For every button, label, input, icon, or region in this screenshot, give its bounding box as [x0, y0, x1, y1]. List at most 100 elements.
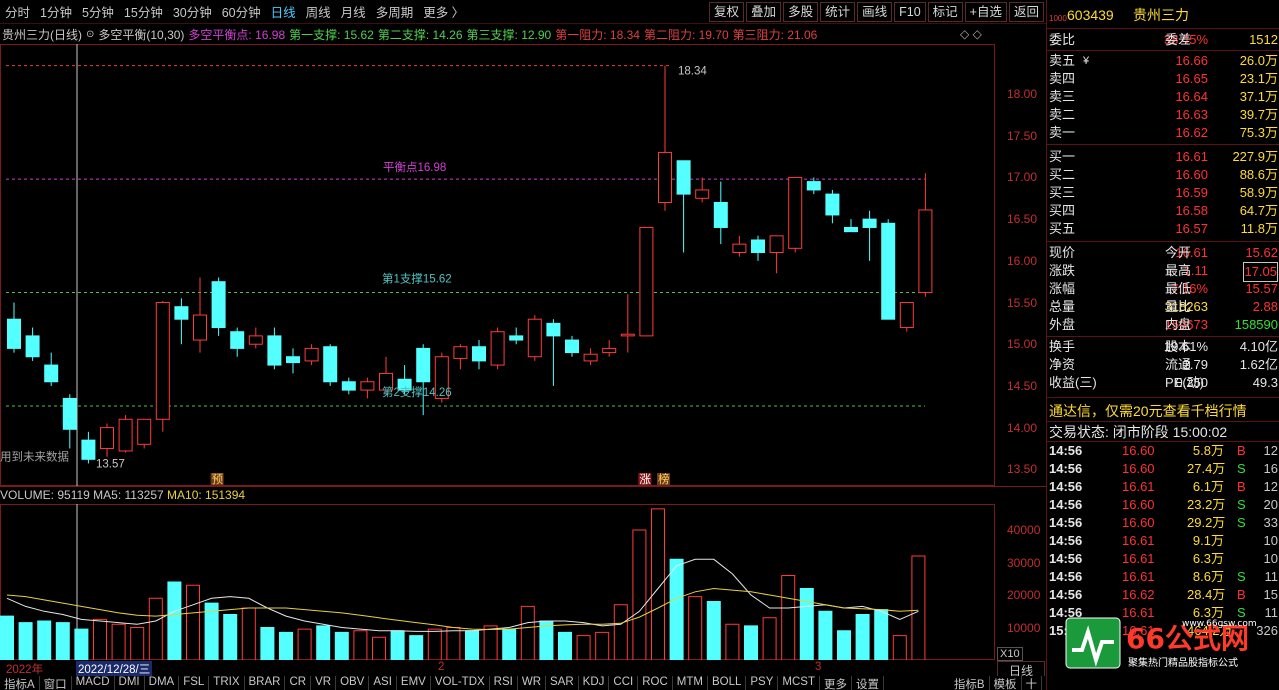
separator	[1047, 336, 1279, 337]
indicator-tab-9[interactable]: VR	[311, 676, 337, 690]
period-tab-8[interactable]: 月线	[336, 2, 371, 21]
period-tab-1[interactable]: 1分钟	[35, 2, 77, 21]
indicator-tab-0[interactable]: 指标A	[0, 676, 40, 690]
action-button-1[interactable]: 叠加	[746, 2, 782, 22]
indicator-tab-7[interactable]: BRAR	[245, 676, 286, 690]
volume-bar-18	[334, 631, 349, 660]
divider	[0, 486, 1046, 487]
action-button-3[interactable]: 统计	[820, 2, 856, 22]
tick-price: 16.60	[1122, 515, 1155, 530]
candle-body	[323, 346, 338, 383]
candle-body	[25, 335, 40, 358]
bid-label: 买四	[1049, 203, 1076, 218]
bottom-right-tab-0[interactable]: 指标B	[950, 676, 990, 690]
indicator-name[interactable]: 多空平衡(10,30)	[98, 26, 184, 43]
tick-time: 14:56	[1049, 551, 1083, 566]
indicator-tab-8[interactable]: CR	[285, 676, 312, 690]
bid-label: 买五	[1049, 221, 1076, 236]
indicator-tab-17[interactable]: KDJ	[579, 676, 610, 690]
tick-side: B	[1237, 479, 1246, 494]
period-tab-2[interactable]: 5分钟	[77, 2, 119, 21]
candle-body	[174, 306, 189, 320]
volume-chart[interactable]	[0, 504, 995, 660]
indicator-tab-5[interactable]: FSL	[179, 676, 210, 690]
indicator-tab-19[interactable]: ROC	[638, 676, 673, 690]
period-tab-7[interactable]: 周线	[301, 2, 336, 21]
candlestick-chart[interactable]: 平衡点16.98 第1支撑15.62 第2支撑14.26 18.34 13.57 用到未来…	[0, 44, 995, 486]
action-button-4[interactable]: 画线	[857, 2, 893, 22]
indicator-tab-21[interactable]: BOLL	[708, 676, 747, 690]
indicator-tab-15[interactable]: WR	[518, 676, 547, 690]
period-tab-9[interactable]: 多周期	[371, 2, 419, 21]
indicator-tab-23[interactable]: MCST	[778, 676, 820, 690]
indicator-tab-22[interactable]: PSY	[746, 676, 779, 690]
volume-bar-10	[186, 584, 200, 660]
candle-body	[100, 427, 114, 449]
action-button-8[interactable]: 返回	[1008, 2, 1044, 22]
indicator-tab-18[interactable]: CCI	[609, 676, 639, 690]
indicator-tab-25[interactable]: 设置	[852, 676, 884, 690]
quote-label-2: 今开	[1165, 245, 1192, 260]
period-tab-10[interactable]: 更多 〉	[418, 2, 469, 21]
indicator-tab-12[interactable]: EMV	[397, 676, 431, 690]
quote-value-2: 2.88	[1252, 299, 1278, 314]
quote-value-2: 49.3	[1252, 375, 1278, 390]
period-tab-6[interactable]: 日线	[266, 2, 301, 21]
quote-row: 通达信，仅需20元查看千档行情	[1047, 402, 1279, 420]
volume-bar-13	[241, 607, 256, 660]
action-button-7[interactable]: +自选	[964, 2, 1007, 22]
indicator-tab-1[interactable]: 窗口	[40, 676, 72, 690]
action-button-6[interactable]: 标记	[927, 2, 963, 22]
expand-icon[interactable]: ◇ ◇	[960, 27, 982, 41]
period-tab-4[interactable]: 30分钟	[168, 2, 217, 21]
indicator-tab-13[interactable]: VOL-TDX	[431, 676, 490, 690]
action-button-0[interactable]: 复权	[709, 2, 745, 22]
indicator-tab-3[interactable]: DMI	[115, 676, 145, 690]
period-tab-0[interactable]: 分时	[0, 2, 35, 21]
stock-name: 贵州三力	[1133, 7, 1189, 23]
volume-bar-9	[167, 581, 182, 660]
quote-value-2: 15.62	[1245, 245, 1278, 260]
ask-price: 16.66	[1175, 53, 1208, 68]
bid-price: 16.58	[1175, 203, 1208, 218]
month-3-label: 3	[815, 661, 822, 673]
period-tab-3[interactable]: 15分钟	[119, 2, 168, 21]
indicator-tab-20[interactable]: MTM	[673, 676, 708, 690]
volume-bar-12	[223, 614, 238, 660]
volume-tick: 20000	[1007, 588, 1041, 602]
indicator-tab-14[interactable]: RSI	[490, 676, 518, 690]
tick-side: S	[1237, 461, 1246, 476]
volume-bar-16	[297, 628, 312, 660]
bottom-right-tab-2[interactable]: 十	[1022, 676, 1042, 690]
indicator-tab-2[interactable]: MACD	[72, 676, 115, 690]
candle-body	[769, 235, 784, 253]
candle-body	[565, 339, 579, 354]
indicator-tab-24[interactable]: 更多	[820, 676, 852, 690]
indicator-tab-16[interactable]: SAR	[546, 676, 579, 690]
period-tab-5[interactable]: 60分钟	[217, 2, 266, 21]
action-button-2[interactable]: 多股	[783, 2, 819, 22]
candle-8	[155, 300, 170, 432]
bid-volume: 11.8万	[1240, 221, 1278, 236]
action-button-5[interactable]: F10	[894, 2, 926, 22]
indicator-tab-11[interactable]: ASI	[369, 676, 397, 690]
candle-body	[490, 331, 505, 366]
volume-bar-19	[353, 630, 368, 660]
indicator-tab-6[interactable]: TRIX	[209, 676, 245, 690]
period-badge[interactable]: 日线	[997, 661, 1045, 678]
dropdown-icon[interactable]: ⊙	[86, 29, 94, 40]
indicator-tab-4[interactable]: DMA	[145, 676, 180, 690]
candle-body	[155, 302, 170, 420]
bottom-right-tab-1[interactable]: 模板	[990, 676, 1022, 690]
ask-price: 16.64	[1175, 89, 1208, 104]
promo-link[interactable]: 通达信，仅需20元查看千档行情	[1049, 402, 1247, 420]
tick-volume: 23.2万	[1187, 497, 1226, 512]
volume-bar-46	[855, 614, 870, 660]
tick-price: 16.61	[1122, 479, 1155, 494]
resistance2-value: 第二阻力: 19.70	[643, 27, 729, 42]
indicator-tab-10[interactable]: OBV	[336, 676, 370, 690]
candle-16	[304, 344, 319, 366]
volume-bar-8	[148, 597, 163, 660]
candle-27	[509, 327, 524, 345]
ask-label: 卖三	[1049, 89, 1076, 104]
